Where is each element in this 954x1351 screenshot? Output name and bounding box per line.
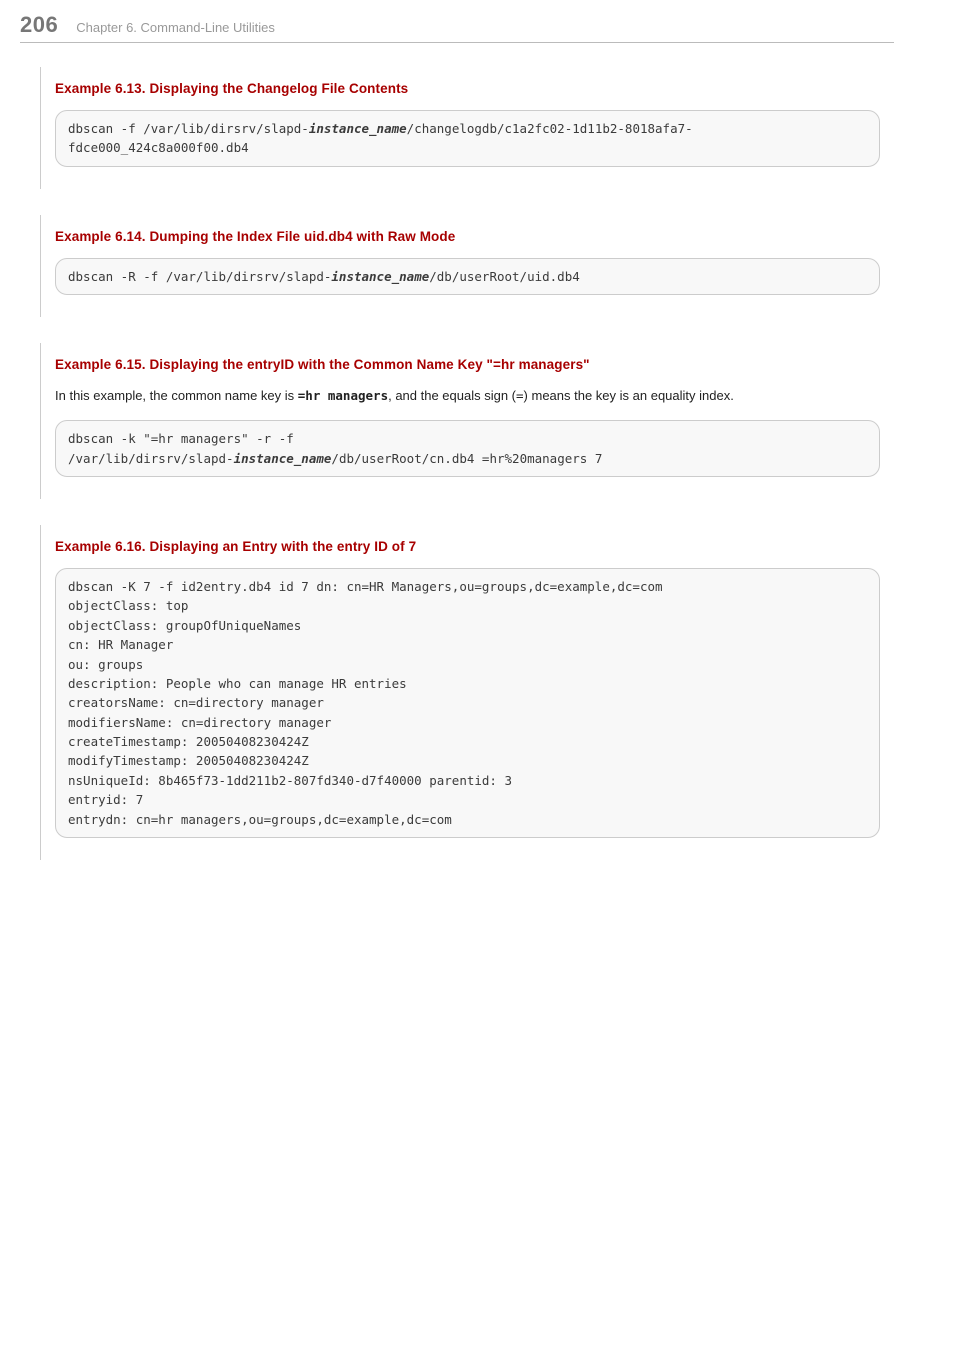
chapter-title: Chapter 6. Command-Line Utilities [76, 20, 275, 35]
code-block: dbscan -f /var/lib/dirsrv/slapd-instance… [55, 110, 880, 167]
instance-name-placeholder: instance_name [234, 451, 332, 466]
para-text-c: ) means the key is an equality index. [524, 388, 734, 403]
instance-name-placeholder: instance_name [331, 269, 429, 284]
example-title: Example 6.15. Displaying the entryID wit… [55, 357, 884, 372]
example-6-16: Example 6.16. Displaying an Entry with t… [40, 525, 884, 860]
para-bold-text: =hr managers [298, 388, 388, 403]
example-6-14: Example 6.14. Dumping the Index File uid… [40, 215, 884, 317]
code-text-pre: dbscan -f /var/lib/dirsrv/slapd- [68, 121, 309, 136]
example-6-13: Example 6.13. Displaying the Changelog F… [40, 67, 884, 189]
para-text-a: In this example, the common name key is [55, 388, 298, 403]
instance-name-placeholder: instance_name [309, 121, 407, 136]
code-text-post: /db/userRoot/uid.db4 [429, 269, 580, 284]
example-title: Example 6.16. Displaying an Entry with t… [55, 539, 884, 554]
code-text-post: /db/userRoot/cn.db4 =hr%20managers 7 [331, 451, 602, 466]
para-mono-text: = [516, 388, 524, 403]
code-block: dbscan -R -f /var/lib/dirsrv/slapd-insta… [55, 258, 880, 295]
page-header: 206 Chapter 6. Command-Line Utilities [20, 0, 894, 43]
example-title: Example 6.14. Dumping the Index File uid… [55, 229, 884, 244]
page: 206 Chapter 6. Command-Line Utilities Ex… [0, 0, 954, 860]
example-title: Example 6.13. Displaying the Changelog F… [55, 81, 884, 96]
para-text-b: , and the equals sign ( [388, 388, 516, 403]
code-block: dbscan -K 7 -f id2entry.db4 id 7 dn: cn=… [55, 568, 880, 838]
code-block: dbscan -k "=hr managers" -r -f /var/lib/… [55, 420, 880, 477]
code-text-pre: dbscan -R -f /var/lib/dirsrv/slapd- [68, 269, 331, 284]
page-content: Example 6.13. Displaying the Changelog F… [0, 43, 954, 860]
page-number: 206 [20, 12, 58, 38]
example-6-15: Example 6.15. Displaying the entryID wit… [40, 343, 884, 499]
example-description: In this example, the common name key is … [55, 386, 884, 406]
